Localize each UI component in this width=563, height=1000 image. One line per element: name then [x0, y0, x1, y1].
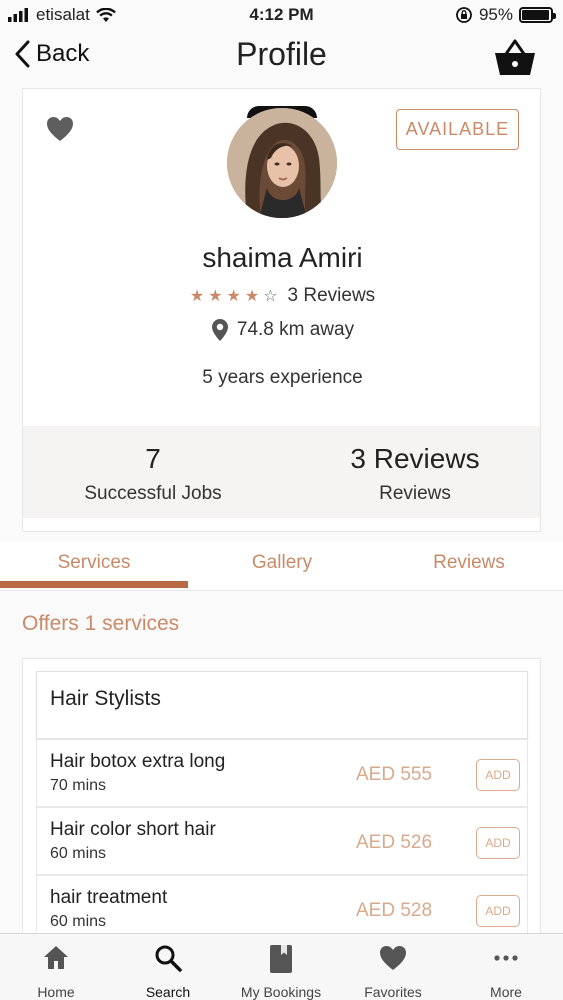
tabbar-label: Favorites	[364, 984, 422, 1000]
reviews-count: 3 Reviews	[287, 285, 376, 306]
chevron-left-icon	[15, 40, 30, 68]
tab-services[interactable]: Services	[0, 552, 188, 574]
navigation-bar: Back Profile	[0, 30, 563, 86]
service-duration: 70 mins	[50, 777, 107, 794]
star-filled-icon: ★	[189, 288, 205, 305]
back-label: Back	[36, 40, 90, 67]
service-price: AED 528	[356, 900, 433, 921]
star-rating: ★ ★ ★ ★ ☆	[190, 286, 278, 306]
rating-row: ★ ★ ★ ★ ☆ 3 Reviews	[23, 285, 542, 307]
battery-percent: 95%	[478, 5, 513, 24]
service-name: Hair color short hair	[50, 819, 216, 840]
service-duration: 60 mins	[50, 913, 107, 930]
favorite-button[interactable]	[45, 115, 75, 143]
orientation-lock-icon	[456, 7, 472, 23]
heart-icon	[47, 117, 73, 141]
availability-button[interactable]: AVAILABLE	[396, 109, 519, 150]
distance-text: 74.8 km away	[236, 319, 355, 340]
profile-name: shaima Amiri	[202, 242, 363, 273]
jobs-label: Successful Jobs	[84, 483, 222, 504]
back-button[interactable]: Back	[14, 40, 89, 68]
stat-successful-jobs: 7 Successful Jobs	[23, 426, 283, 505]
home-icon	[44, 946, 68, 969]
service-duration: 60 mins	[50, 845, 107, 862]
service-row: Hair color short hair 60 mins AED 526 AD…	[36, 807, 528, 875]
search-icon	[155, 945, 182, 972]
service-price: AED 555	[356, 764, 433, 785]
tabbar-label: Home	[37, 984, 75, 1000]
battery-icon	[519, 7, 556, 23]
star-empty-icon: ☆	[263, 288, 278, 305]
category-title: Hair Stylists	[50, 687, 161, 710]
status-bar: etisalat 4:12 PM 95%	[0, 0, 563, 30]
reviews-value: 3 Reviews	[350, 443, 480, 474]
stat-reviews[interactable]: 3 Reviews Reviews	[285, 426, 545, 505]
book-icon	[270, 945, 292, 973]
status-right: 95%	[455, 5, 556, 25]
star-filled-icon: ★	[208, 288, 223, 305]
tab-reviews[interactable]: Reviews	[375, 552, 563, 574]
battery-level	[522, 10, 549, 20]
profile-card: AVAILABLE shaima Amiri ★ ★ ★ ★ ☆ 3 Reviews 7…	[22, 88, 541, 532]
star-filled-icon: ★	[226, 288, 241, 305]
offers-title: Offers 1 services	[22, 612, 180, 635]
services-card: Hair Stylists Hair botox extra long 70 m…	[22, 658, 541, 948]
location-pin-icon	[211, 319, 228, 341]
avatar-image	[227, 108, 337, 218]
stats-strip: 7 Successful Jobs 3 Reviews Reviews	[23, 426, 540, 518]
basket-icon	[495, 39, 535, 75]
add-service-button[interactable]: ADD	[476, 759, 520, 791]
avatar	[227, 108, 337, 218]
bottom-tab-bar: Home Search My Bookings Favorites More	[0, 933, 563, 1000]
tabbar-more[interactable]: More	[450, 934, 562, 1000]
service-name: Hair botox extra long	[50, 751, 226, 772]
tabbar-search[interactable]: Search	[112, 934, 224, 1000]
jobs-count: 7	[145, 443, 161, 474]
more-icon	[494, 955, 518, 961]
star-filled-icon: ★	[244, 288, 260, 305]
heart-icon	[380, 946, 406, 970]
tabbar-my-bookings[interactable]: My Bookings	[225, 934, 337, 1000]
service-name: hair treatment	[50, 887, 168, 908]
cart-button[interactable]	[493, 38, 537, 78]
tab-gallery[interactable]: Gallery	[188, 552, 376, 574]
tabbar-home[interactable]: Home	[0, 934, 112, 1000]
service-row: Hair botox extra long 70 mins AED 555 AD…	[36, 739, 528, 807]
add-service-button[interactable]: ADD	[476, 895, 520, 927]
tabbar-label: More	[490, 984, 522, 1000]
reviews-label: Reviews	[379, 483, 451, 504]
category-header: Hair Stylists	[36, 671, 528, 739]
experience-text: 5 years experience	[202, 367, 363, 388]
tabbar-label: My Bookings	[240, 984, 322, 1000]
tabbar-favorites[interactable]: Favorites	[337, 934, 449, 1000]
active-tab-indicator	[0, 581, 188, 588]
service-price: AED 526	[356, 832, 433, 853]
tabbar-label: Search	[145, 984, 191, 1000]
distance-row: 74.8 km away	[23, 318, 542, 342]
add-service-button[interactable]: ADD	[476, 827, 520, 859]
